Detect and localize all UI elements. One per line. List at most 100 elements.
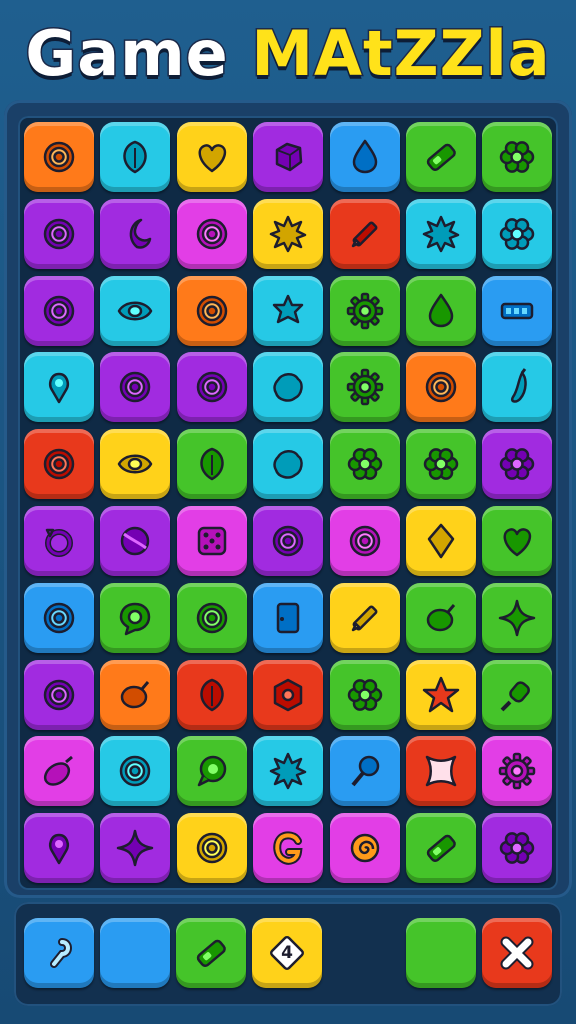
tile-orange-ring[interactable] (176, 275, 247, 346)
tile-magenta-g-letter[interactable] (253, 813, 324, 884)
number-card-icon: 4 (264, 930, 310, 976)
dice-icon (189, 518, 235, 564)
tile-yellow-pencil[interactable] (329, 582, 400, 653)
tile-purple-globe[interactable] (100, 506, 171, 576)
tile-yellow-star[interactable] (406, 659, 476, 730)
tile-purple-flower[interactable] (482, 813, 553, 884)
ring-icon (418, 364, 464, 410)
gear-icon (342, 364, 388, 410)
tile-green-sparkle[interactable] (482, 582, 553, 653)
tile-red-x-star[interactable] (406, 736, 476, 807)
tile-green-gear[interactable] (329, 275, 400, 346)
tile-cyan-sun[interactable] (406, 198, 476, 269)
tile-blue-ring[interactable] (24, 582, 94, 653)
tile-cyan-ring[interactable] (100, 736, 171, 807)
tile-cyan-blob[interactable] (253, 429, 324, 500)
tile-purple-ring[interactable] (176, 352, 247, 423)
tile-green-leaf[interactable] (176, 429, 247, 500)
eye-icon (112, 288, 158, 334)
pin-icon (36, 825, 82, 871)
tile-cyan-pin[interactable] (24, 352, 94, 423)
tile-green-ring[interactable] (176, 582, 247, 653)
tile-purple-sparkle[interactable] (100, 813, 171, 884)
tile-green-flower[interactable] (406, 429, 476, 500)
tile-green-lemon[interactable] (406, 582, 476, 653)
tile-green-flower[interactable] (329, 659, 400, 730)
tile-purple-ring[interactable] (100, 352, 171, 423)
tile-yellow-heart[interactable] (176, 122, 247, 192)
tile-red-ring[interactable] (24, 429, 94, 500)
tile-blue-drop[interactable] (329, 122, 400, 192)
tile-orange-ring[interactable] (24, 122, 94, 192)
ring-icon (342, 518, 388, 564)
tile-cyan-pepper[interactable] (482, 352, 553, 423)
tile-cyan-leaf[interactable] (100, 122, 171, 192)
tile-cyan-blob[interactable] (253, 352, 324, 423)
tile-red-hexagon[interactable] (253, 659, 324, 730)
tile-magenta-eggplant[interactable] (24, 736, 94, 807)
tile-purple-circle-arrow[interactable] (24, 506, 94, 576)
tile-magenta-swirl[interactable] (329, 813, 400, 884)
tile-purple-ring[interactable] (24, 659, 94, 730)
tile-blue-door[interactable] (253, 582, 324, 653)
tile-magenta-dice[interactable] (176, 506, 247, 576)
tile-purple-ring[interactable] (253, 506, 324, 576)
tile-green-chat-ring[interactable] (100, 582, 171, 653)
tile-purple-moon[interactable] (100, 198, 171, 269)
tile-cyan-flower[interactable] (482, 198, 553, 269)
tray-slot-3[interactable] (176, 918, 246, 988)
tile-green-flower[interactable] (329, 429, 400, 500)
leaf-icon (112, 134, 158, 180)
drop-icon (342, 134, 388, 180)
tile-purple-pin[interactable] (24, 813, 94, 884)
close-button[interactable] (482, 918, 552, 988)
star-blob-icon (265, 288, 311, 334)
tile-green-bar[interactable] (406, 813, 476, 884)
tile-yellow-sun[interactable] (253, 198, 324, 269)
tile-red-pencil[interactable] (329, 198, 400, 269)
tile-magenta-ring[interactable] (329, 506, 400, 576)
hook-icon (36, 930, 82, 976)
tile-blue-domino[interactable] (482, 275, 553, 346)
tile-green-gear[interactable] (329, 352, 400, 423)
tile-yellow-ring[interactable] (176, 813, 247, 884)
tile-purple-gem[interactable] (253, 122, 324, 192)
tile-purple-ring[interactable] (24, 275, 94, 346)
tile-orange-ring[interactable] (406, 352, 476, 423)
title-part-game: Game (24, 16, 229, 92)
tile-cyan-eye[interactable] (100, 275, 171, 346)
tile-cyan-star-blob[interactable] (253, 275, 324, 346)
tile-blue-lollipop[interactable] (329, 736, 400, 807)
tile-purple-ring[interactable] (24, 198, 94, 269)
ring-icon (112, 364, 158, 410)
ring-icon (36, 134, 82, 180)
tray-slot-5[interactable] (406, 918, 476, 988)
hexagon-icon (265, 672, 311, 718)
tile-magenta-gear[interactable] (482, 736, 553, 807)
globe-icon (112, 518, 158, 564)
tile-magenta-ring[interactable] (176, 198, 247, 269)
tile-cyan-sun[interactable] (253, 736, 324, 807)
tray-slot-1[interactable] (24, 918, 94, 988)
tile-yellow-diamond[interactable] (406, 506, 476, 576)
ring-icon (36, 595, 82, 641)
tray-slot-2[interactable] (100, 918, 170, 988)
bar-icon (418, 134, 464, 180)
tile-green-heart[interactable] (482, 506, 553, 576)
bar-icon (418, 825, 464, 871)
popsicle-icon (494, 672, 540, 718)
tile-yellow-eye[interactable] (100, 429, 171, 500)
heart-icon (494, 518, 540, 564)
tile-red-leaf[interactable] (176, 659, 247, 730)
tray-slot-4[interactable]: 4 (252, 918, 322, 988)
tile-purple-flower[interactable] (482, 429, 553, 500)
tile-green-popsicle[interactable] (482, 659, 553, 730)
tile-green-flower[interactable] (482, 122, 553, 192)
circle-arrow-icon (36, 518, 82, 564)
tile-green-drop[interactable] (406, 275, 476, 346)
title-part-matzzla: MAtZZla (250, 16, 551, 92)
chat-icon (189, 748, 235, 794)
tile-green-chat[interactable] (176, 736, 247, 807)
tile-orange-lemon[interactable] (100, 659, 171, 730)
tile-green-bar[interactable] (406, 122, 476, 192)
